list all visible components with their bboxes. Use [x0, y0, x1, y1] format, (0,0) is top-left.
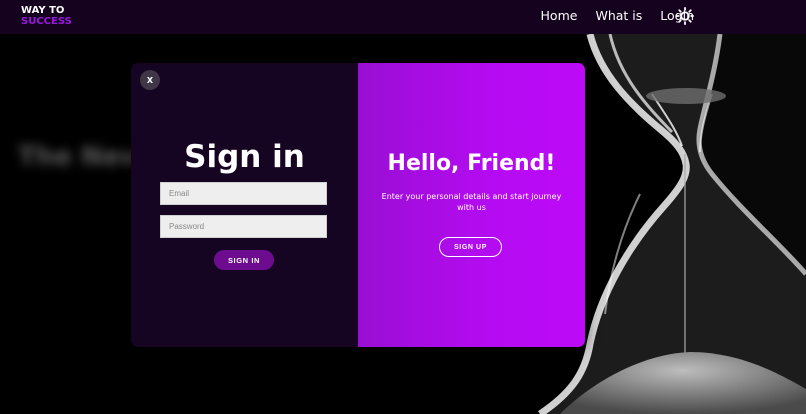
email-field[interactable]: [160, 182, 327, 205]
nav-link-home[interactable]: Home: [541, 8, 578, 23]
hero-heading-blurred: The New ... To: [18, 142, 225, 172]
signin-title: Sign in: [184, 139, 305, 175]
sun-icon[interactable]: [676, 7, 694, 25]
logo-line-1: WAY TO: [21, 5, 65, 16]
signin-panel: X Sign in SIGN IN: [131, 63, 358, 347]
welcome-overlay-panel: Hello, Friend! Enter your personal detai…: [358, 63, 585, 347]
close-button[interactable]: X: [140, 70, 160, 90]
auth-modal: X Sign in SIGN IN Hello, Friend! Enter y…: [131, 63, 585, 347]
overlay-text: Enter your personal details and start jo…: [381, 192, 562, 212]
site-logo[interactable]: WAY TO SUCCESS: [21, 5, 72, 27]
password-field[interactable]: [160, 215, 327, 238]
overlay-title: Hello, Friend!: [387, 151, 556, 176]
top-navbar: WAY TO SUCCESS Home What is Login: [0, 0, 806, 34]
nav-link-what-is[interactable]: What is: [595, 8, 642, 23]
signup-button[interactable]: SIGN UP: [439, 237, 502, 257]
logo-line-2: SUCCESS: [21, 16, 72, 27]
signin-button[interactable]: SIGN IN: [214, 250, 274, 270]
nav-links: Home What is Login: [541, 8, 694, 23]
